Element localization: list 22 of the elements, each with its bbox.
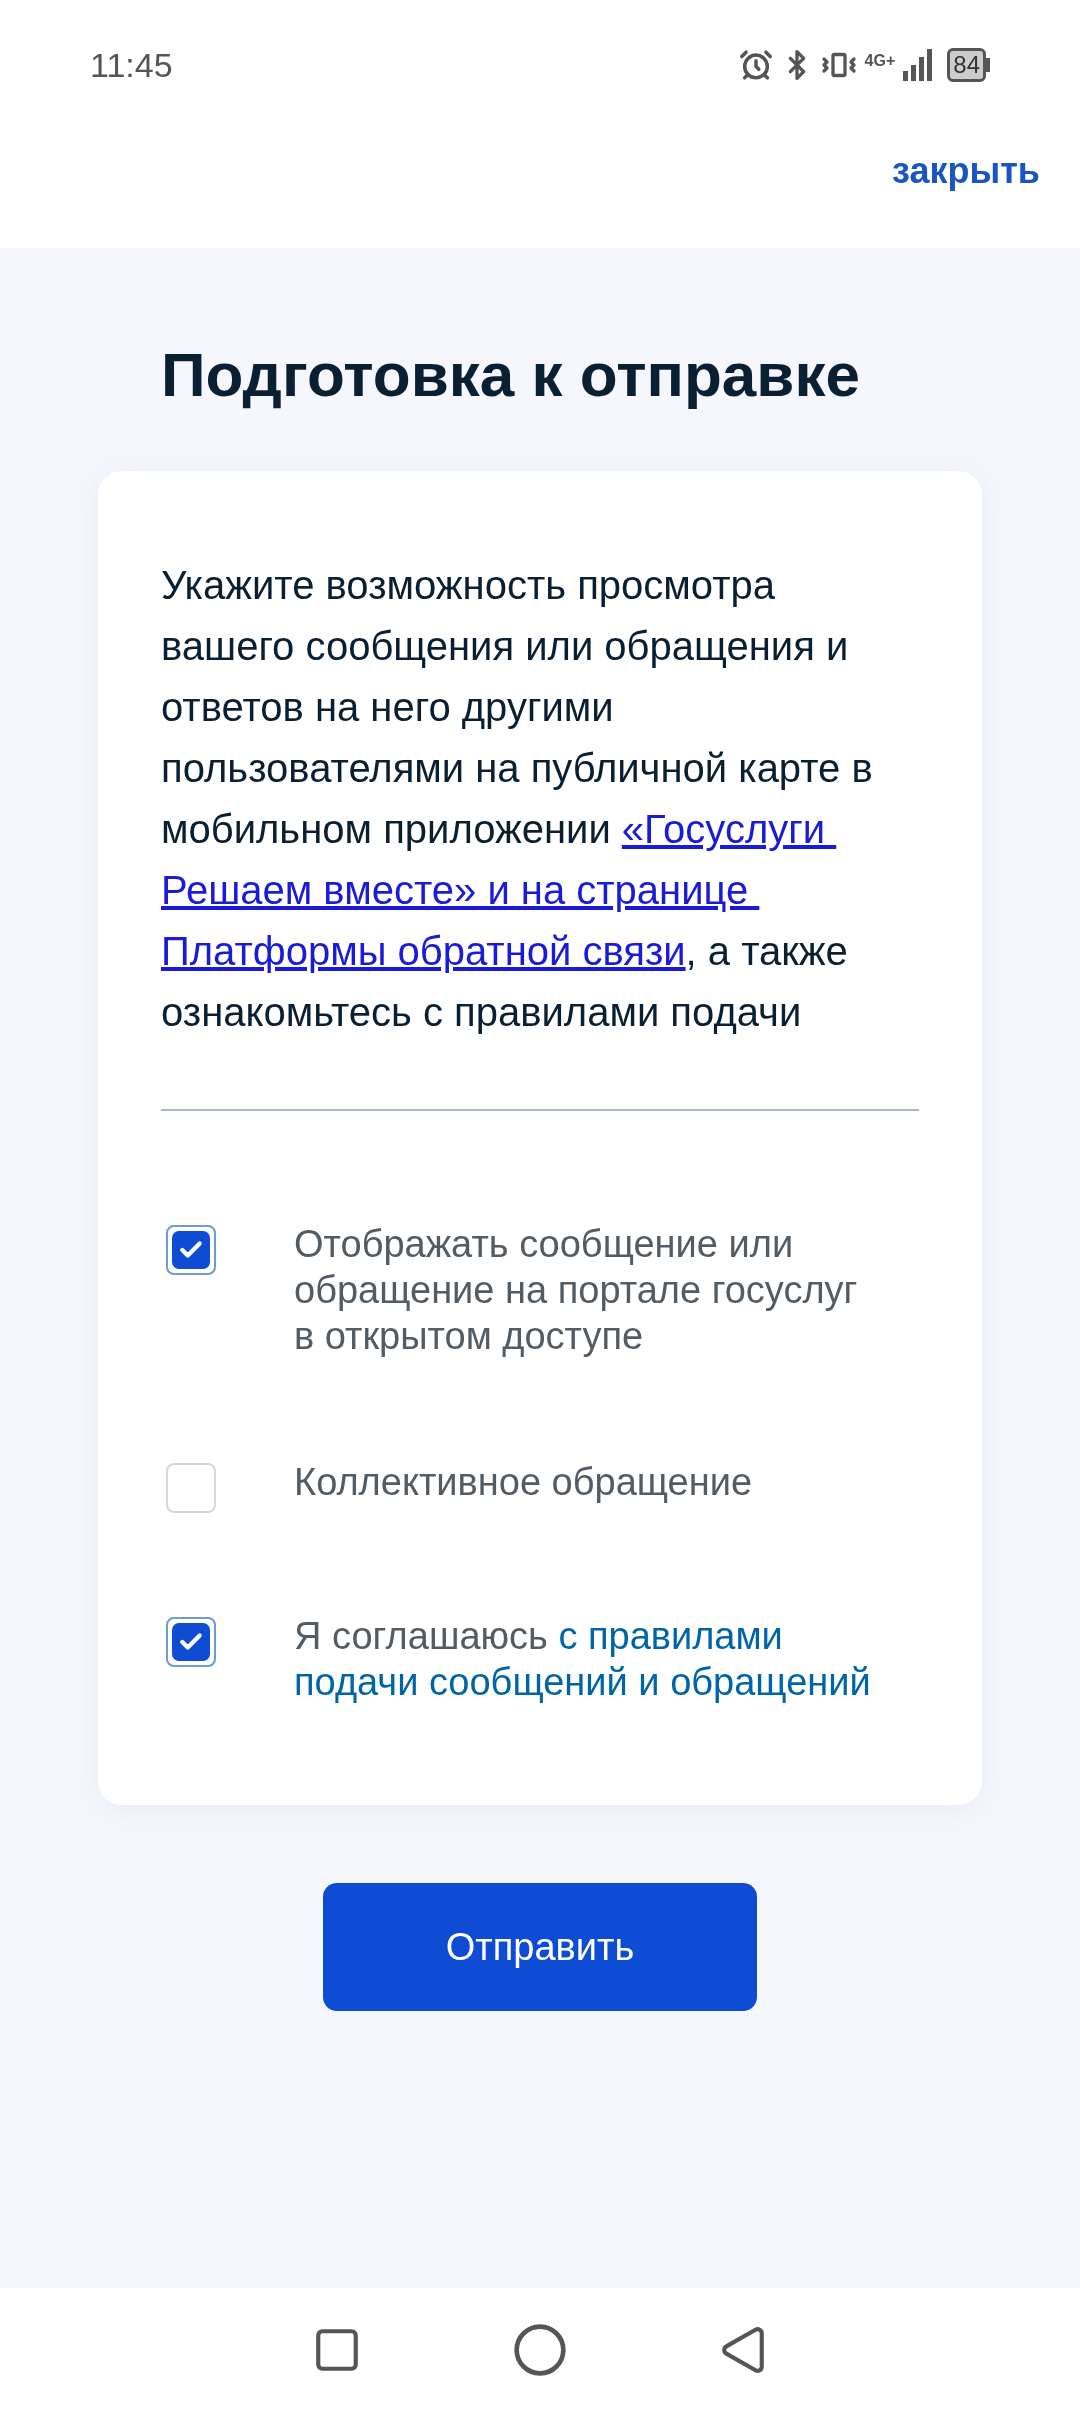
option-label: Коллективное обращение — [294, 1460, 753, 1505]
battery-level: 84 — [953, 53, 980, 77]
checkbox[interactable] — [166, 1617, 216, 1667]
rules-link[interactable]: подачи сообщений и — [294, 1659, 671, 1705]
link[interactable]: Решаем вместе» и на странице — [161, 860, 760, 921]
checkbox[interactable] — [166, 1463, 216, 1513]
submit-button[interactable]: Отправить — [323, 1883, 757, 2011]
rules-link[interactable]: обращений — [670, 1659, 871, 1705]
home-icon[interactable] — [512, 2322, 568, 2378]
link[interactable]: Платформы обратной связи — [161, 921, 686, 982]
alarm-icon — [738, 48, 773, 82]
signal-icon — [903, 49, 934, 81]
network-label: 4G+ — [864, 51, 896, 71]
checkbox[interactable] — [166, 1225, 216, 1275]
option-label: Отображать сообщение или обращение на портале госуслуг в открытом доступе — [294, 1222, 859, 1359]
rules-link[interactable]: с правилами — [558, 1613, 794, 1659]
link[interactable]: «Госуслуги — [621, 799, 837, 860]
close-button[interactable]: закрыть — [892, 144, 1040, 198]
page-title: Подготовка к отправке — [161, 339, 861, 411]
intro-paragraph: Укажите возможность просмотра вашего сообщения или обращения и ответов на него другими пользователями на публичной карте в мобильном приложении «Госуслуги Решаем вместе» и на странице Платформы обратной связи, а также ознакомьтесь с правилами подачи — [161, 562, 874, 1036]
option-label: Я соглашаюсь с правилами подачи сообщений и обращений — [294, 1613, 872, 1705]
status-time: 11:45 — [90, 44, 173, 86]
